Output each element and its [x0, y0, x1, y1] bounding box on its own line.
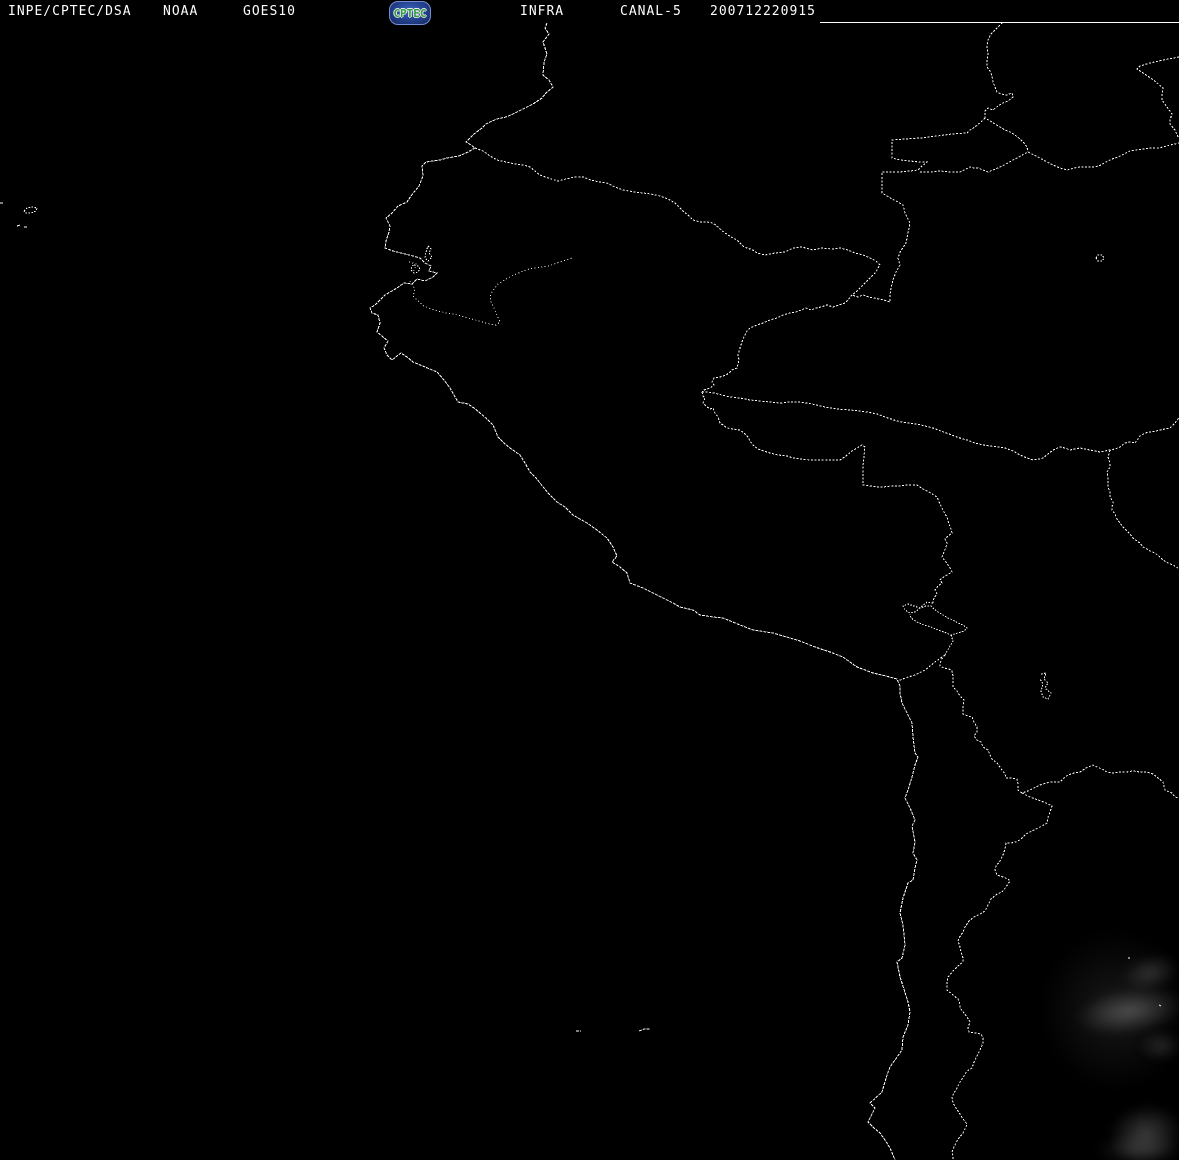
timestamp-label: 200712220915 [710, 4, 816, 19]
galapagos-islet-oval [23, 206, 38, 214]
island-dash-east [638, 1028, 650, 1032]
map-borders-svg [0, 19, 1179, 1160]
lake-titicaca-outline [902, 601, 968, 636]
ecuador-colombia-peru-north-border [474, 147, 881, 393]
lake-poopo-outline [1039, 672, 1052, 700]
colombia-brazil-border [851, 117, 986, 303]
organization-label: NOAA [163, 4, 199, 19]
islet-dot-b [16, 224, 21, 227]
guayaquil-inlet [410, 264, 421, 274]
guayaquil-island [424, 245, 433, 262]
cptec-logo: CPTEC [389, 1, 431, 25]
satellite-image-viewport: INPE/CPTEC/DSA NOAA GOES10 INFRA CANAL-5… [0, 0, 1179, 1160]
peru-bolivia-chile-connector [897, 654, 946, 682]
small-lake-north [1095, 254, 1105, 262]
channel-label: CANAL-5 [620, 4, 682, 19]
satellite-label: GOES10 [243, 4, 296, 19]
venezuela-colombia-border [984, 19, 1029, 153]
venezuela-brazil-border [920, 142, 1179, 173]
header-bar: INPE/CPTEC/DSA NOAA GOES10 INFRA CANAL-5… [0, 0, 1179, 22]
agency-label: INPE/CPTEC/DSA [8, 4, 132, 19]
gulf-inner-shore [408, 261, 417, 273]
peru-brazil-bolivia-border [701, 391, 953, 604]
pacific-coastline [369, 22, 919, 1160]
chile-argentina-border [946, 792, 1053, 1160]
band-label: INFRA [520, 4, 565, 19]
lake-titicaca-tail [944, 634, 954, 656]
amazon-colombia-peru-brazil-line [702, 391, 1179, 461]
chile-bolivia-argentina-border [939, 654, 1179, 799]
ecuador-peru-border [409, 257, 573, 326]
brazil-bolivia-east-border [1106, 449, 1179, 569]
northeast-corner-border [1136, 56, 1179, 139]
cloud-speck-b [1158, 1004, 1162, 1007]
cptec-logo-text: CPTEC [393, 6, 427, 20]
